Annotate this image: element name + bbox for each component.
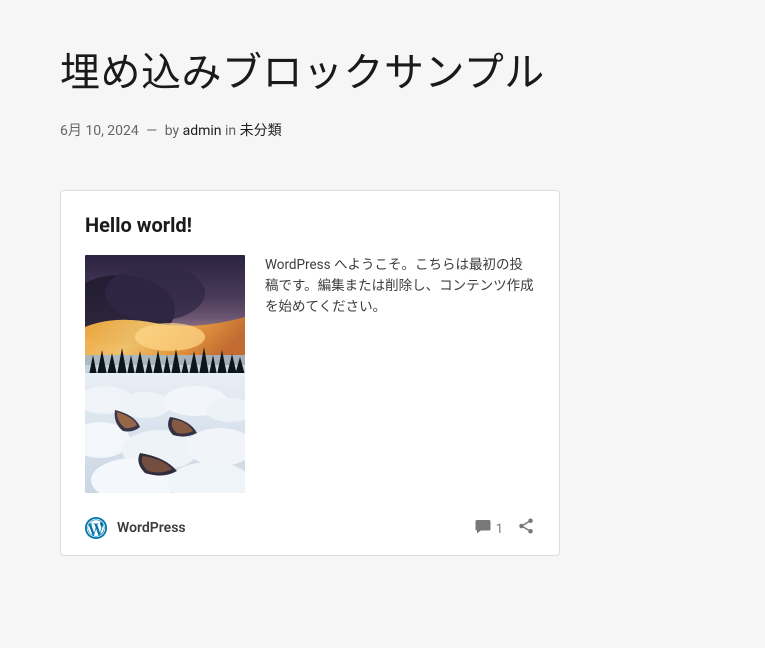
page-title: 埋め込みブロックサンプル <box>60 40 705 98</box>
comment-icon <box>474 517 492 539</box>
embed-thumbnail[interactable] <box>85 255 245 493</box>
comments-button[interactable]: 1 <box>474 517 503 539</box>
by-label: by <box>165 123 179 139</box>
embed-footer: WordPress 1 <box>85 517 535 539</box>
embed-card: Hello world! <box>60 190 560 556</box>
post-date: 6月 10, 2024 <box>60 123 139 139</box>
embed-excerpt: WordPress へようこそ。こちらは最初の投稿です。編集または削除し、コンテ… <box>265 255 535 493</box>
share-icon <box>517 517 535 539</box>
share-button[interactable] <box>517 517 535 539</box>
category-link[interactable]: 未分類 <box>240 123 282 139</box>
wordpress-logo-icon <box>85 517 107 539</box>
embed-source[interactable]: WordPress <box>85 517 186 539</box>
embed-body: WordPress へようこそ。こちらは最初の投稿です。編集または削除し、コンテ… <box>85 255 535 493</box>
in-label: in <box>225 123 236 139</box>
comment-count: 1 <box>496 522 503 537</box>
post-meta: 6月 10, 2024 — by admin in 未分類 <box>60 120 705 140</box>
site-name: WordPress <box>117 520 186 536</box>
embed-title[interactable]: Hello world! <box>85 213 535 237</box>
meta-separator: — <box>146 123 157 139</box>
author-link[interactable]: admin <box>183 123 222 139</box>
